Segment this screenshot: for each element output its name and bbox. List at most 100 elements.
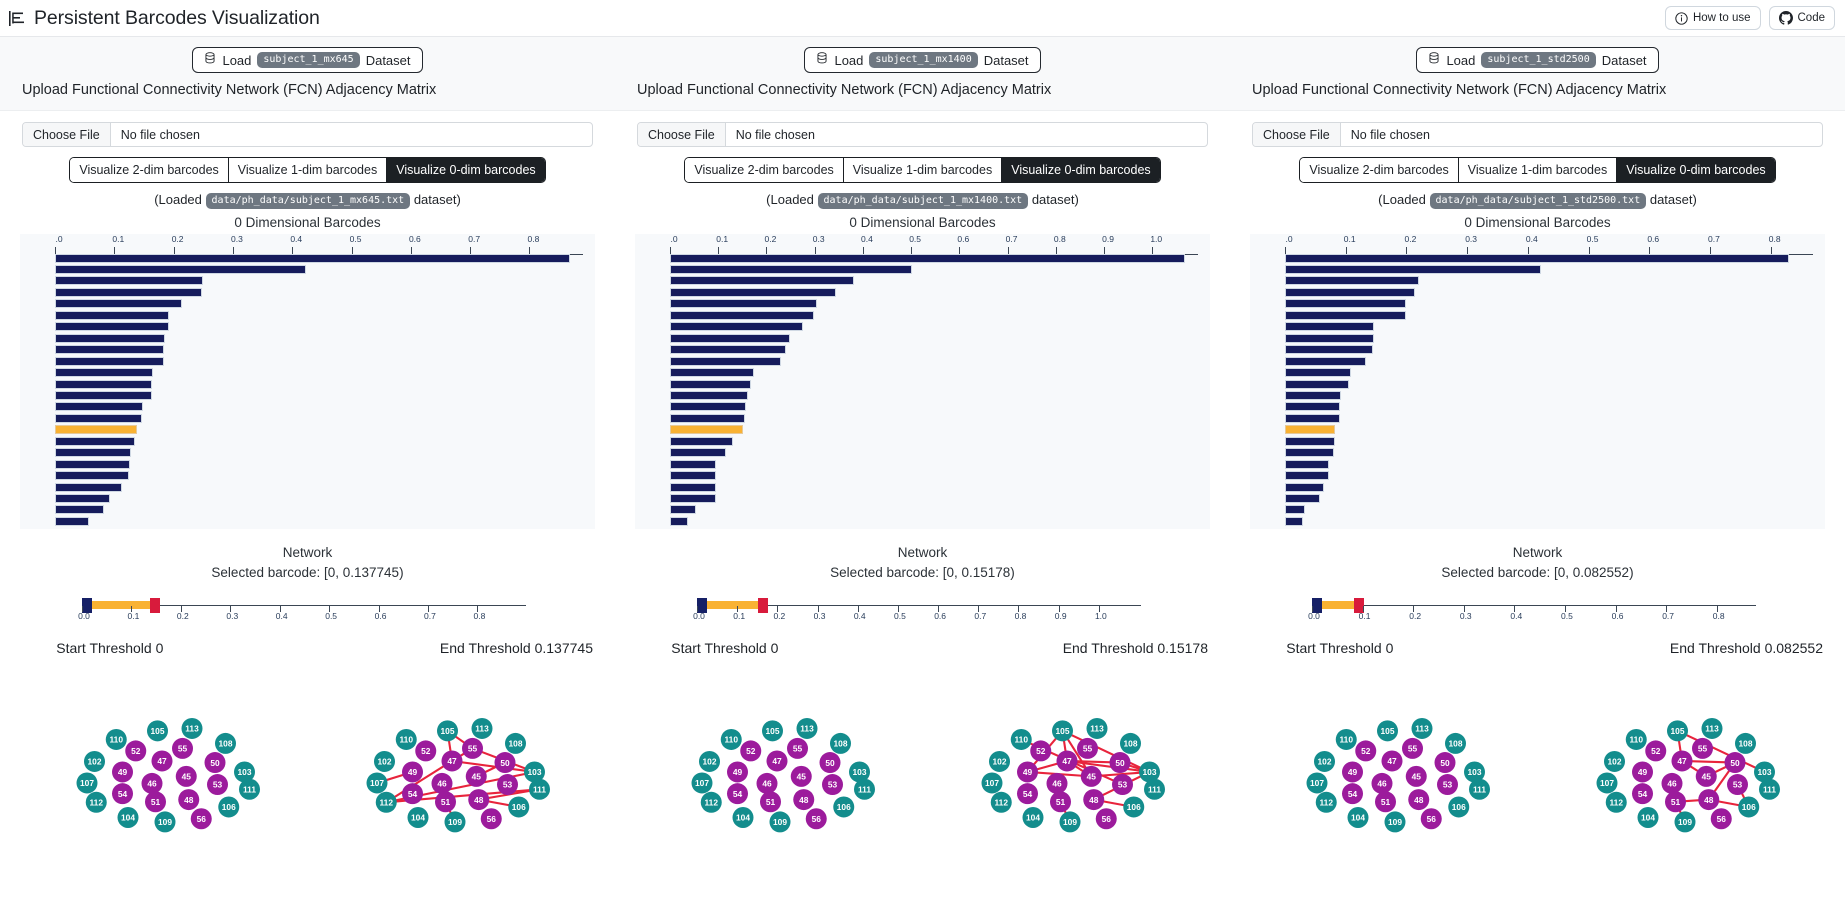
barcode-bar[interactable] [55, 505, 104, 515]
network-node[interactable]: 109 [1059, 810, 1081, 832]
file-upload-input[interactable]: Choose File No file chosen [22, 122, 593, 147]
network-node[interactable]: 51 [435, 790, 456, 812]
connected-network[interactable]: 110 105 113 108 52 55 102 47 50 103 49 45 46 107 53 111… [927, 700, 1217, 885]
barcode-bar[interactable] [55, 494, 110, 503]
network-node[interactable]: 111 [239, 778, 260, 800]
network-node[interactable]: 113 [796, 717, 818, 739]
network-node[interactable]: 111 [1144, 778, 1165, 800]
network-node[interactable]: 107 [981, 772, 1003, 794]
network-node[interactable]: 49 [402, 761, 423, 783]
network-node[interactable]: 50 [1434, 751, 1456, 773]
network-node[interactable]: 53 [1727, 773, 1748, 795]
barcode-bar[interactable] [55, 265, 306, 274]
network-node[interactable]: 56 [480, 807, 502, 829]
network-node[interactable]: 50 [494, 751, 516, 773]
network-node[interactable]: 108 [505, 732, 526, 754]
network-node[interactable]: 104 [1637, 806, 1659, 828]
network-node[interactable]: 110 [1010, 728, 1032, 750]
barcode-bar[interactable] [670, 379, 751, 389]
barcode-bar[interactable] [55, 253, 570, 263]
barcode-bar[interactable] [55, 516, 90, 526]
network-node[interactable]: 46 [1371, 772, 1393, 794]
barcode-bar[interactable] [1285, 265, 1541, 274]
barcode-bar[interactable] [55, 390, 152, 400]
barcode-bar[interactable] [670, 265, 912, 274]
barcode-bar[interactable] [55, 287, 203, 297]
barcode-bar[interactable] [670, 368, 754, 378]
network-node[interactable]: 104 [407, 806, 429, 828]
barcode-bar[interactable] [1285, 310, 1406, 320]
file-upload-input[interactable]: Choose File No file chosen [637, 122, 1208, 147]
threshold-slider[interactable]: 0.0 0.1 0.2 0.3 0.4 0.5 0.6 0.7 0.8 0.9 1.0 [693, 596, 1145, 626]
barcode-bar[interactable] [670, 413, 745, 423]
segment-1-dim-barcodes[interactable]: Visualize 1-dim barcodes [228, 158, 388, 182]
network-node[interactable]: 52 [1355, 739, 1377, 761]
network-node[interactable]: 51 [1665, 790, 1686, 812]
barcode-bar[interactable] [55, 310, 170, 320]
network-node[interactable]: 49 [112, 761, 133, 783]
barcode-bar[interactable] [670, 425, 744, 435]
unconnected-network[interactable]: 110 105 113 108 52 55 102 47 50 103 49 45 46 107 53 111… [22, 700, 312, 885]
network-node[interactable]: 47 [1056, 750, 1078, 772]
network-node[interactable]: 54 [402, 782, 423, 804]
network-node[interactable]: 50 [204, 751, 226, 773]
network-node[interactable]: 49 [1017, 761, 1038, 783]
barcode-bar[interactable] [55, 425, 137, 435]
network-node[interactable]: 112 [1605, 791, 1627, 813]
network-node[interactable]: 53 [207, 773, 228, 795]
barcode-bar[interactable] [55, 413, 143, 423]
barcode-bar[interactable] [1285, 494, 1321, 503]
network-node[interactable]: 102 [84, 750, 105, 772]
network-node[interactable]: 110 [1625, 728, 1647, 750]
network-node[interactable]: 107 [366, 772, 388, 794]
network-node[interactable]: 45 [1405, 765, 1427, 787]
network-node[interactable]: 49 [727, 761, 748, 783]
network-node[interactable]: 107 [76, 772, 98, 794]
network-node[interactable]: 112 [85, 791, 107, 813]
barcode-bar[interactable] [1285, 379, 1350, 389]
network-node[interactable]: 109 [444, 810, 466, 832]
slider-end-handle[interactable] [757, 597, 768, 613]
network-node[interactable]: 102 [989, 750, 1010, 772]
load-dataset-button[interactable]: Load subject_1_mx645 Dataset [192, 47, 423, 73]
barcode-bar[interactable] [1285, 516, 1303, 526]
network-node[interactable]: 104 [1022, 806, 1044, 828]
barcode-bar[interactable] [670, 299, 818, 309]
network-node[interactable]: 110 [395, 728, 417, 750]
network-node[interactable]: 111 [1469, 778, 1490, 800]
network-node[interactable]: 56 [1710, 807, 1732, 829]
network-node[interactable]: 108 [1120, 732, 1141, 754]
network-node[interactable]: 113 [1086, 717, 1108, 739]
network-node[interactable]: 107 [691, 772, 713, 794]
network-node[interactable]: 53 [1112, 773, 1133, 795]
network-node[interactable]: 48 [178, 788, 200, 810]
network-node[interactable]: 105 [1052, 719, 1073, 741]
network-node[interactable]: 55 [1692, 737, 1713, 759]
barcode-bar[interactable] [55, 345, 165, 355]
segment-2-dim-barcodes[interactable]: Visualize 0-dim barcodes [1002, 158, 1160, 182]
network-node[interactable]: 106 [1448, 796, 1470, 818]
network-node[interactable]: 54 [727, 782, 748, 804]
network-node[interactable]: 52 [125, 739, 147, 761]
network-node[interactable]: 45 [1695, 765, 1717, 787]
barcode-bar[interactable] [1285, 253, 1790, 263]
network-node[interactable]: 108 [1445, 732, 1466, 754]
barcode-bar[interactable] [1285, 368, 1351, 378]
network-node[interactable]: 106 [508, 796, 530, 818]
network-node[interactable]: 109 [1384, 810, 1406, 832]
connected-network[interactable]: 110 105 113 108 52 55 102 47 50 103 49 45 46 107 53 111… [1542, 700, 1832, 885]
barcode-bar[interactable] [55, 471, 130, 481]
barcode-bar[interactable] [1285, 436, 1335, 446]
segment-0-dim-barcodes[interactable]: Visualize 2-dim barcodes [70, 158, 229, 182]
barcode-bar[interactable] [55, 402, 143, 412]
threshold-slider[interactable]: 0.0 0.1 0.2 0.3 0.4 0.5 0.6 0.7 0.8 [1308, 596, 1760, 626]
network-node[interactable]: 104 [732, 806, 754, 828]
network-node[interactable]: 45 [465, 765, 487, 787]
network-node[interactable]: 113 [471, 717, 493, 739]
segment-2-dim-barcodes[interactable]: Visualize 0-dim barcodes [387, 158, 545, 182]
network-node[interactable]: 46 [431, 772, 453, 794]
network-node[interactable]: 105 [1667, 719, 1688, 741]
barcode-bar[interactable] [1285, 459, 1330, 469]
network-node[interactable]: 54 [1342, 782, 1363, 804]
barcode-bar[interactable] [670, 482, 716, 492]
